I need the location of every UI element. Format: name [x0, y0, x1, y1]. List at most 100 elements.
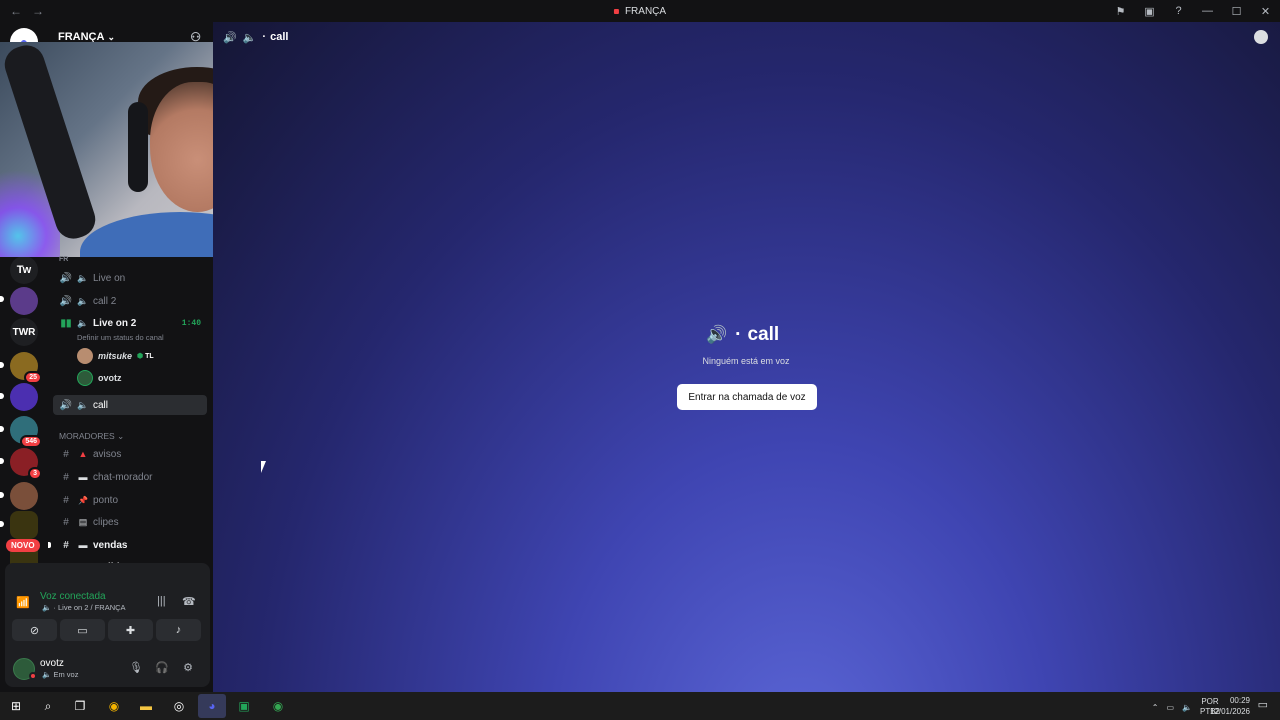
server-icon-7[interactable]: 3 [10, 448, 42, 480]
text-channel-chat-morador[interactable]: # ▬ chat-morador [53, 467, 207, 487]
noise-suppression-icon[interactable]: ||| [157, 595, 166, 607]
soundboard-button[interactable]: ♪ [156, 619, 201, 641]
volume-icon[interactable]: 🔈 [1182, 703, 1192, 712]
window-title-text: FRANÇA [624, 5, 667, 17]
forward-arrow-icon[interactable]: → [32, 4, 44, 18]
user-status: 🔈 Em voz [42, 670, 79, 679]
camera-toggle-button[interactable]: ⊘ [12, 619, 57, 641]
soundboard-icon: ♪ [175, 624, 182, 636]
channel-status-text[interactable]: Definir um status do canal [77, 333, 164, 342]
alert-icon: ▲ [78, 449, 88, 459]
new-badge: NOVO [6, 539, 40, 552]
close-button[interactable]: ✕ [1251, 5, 1280, 18]
role-tag: ⬢ TL [137, 353, 154, 360]
server-icon-2[interactable] [10, 287, 38, 315]
channel-name: call 2 [93, 295, 117, 307]
task-view-icon[interactable]: ❐ [72, 698, 88, 714]
maximize-button[interactable]: ☐ [1222, 5, 1251, 18]
channel-header: 🔊 🔈 · call [223, 31, 289, 44]
unread-badge: 3 [28, 467, 42, 480]
voice-user-name: ovotz [98, 373, 122, 383]
microphone-icon[interactable]: 🎙 [128, 661, 144, 677]
notification-icon[interactable]: ▭ [1258, 698, 1268, 711]
voice-user-mitsuke[interactable]: mitsuke ⬢ TL [77, 347, 154, 365]
category-moradores[interactable]: MORADORES ⌄ [59, 431, 124, 442]
activities-button[interactable]: ✚ [108, 619, 153, 641]
speaker-small-icon: 🔈 [77, 317, 89, 328]
text-channel-ponto[interactable]: # 📌 ponto [53, 490, 207, 510]
inbox-icon[interactable]: ⚑ [1106, 5, 1135, 18]
app-icon[interactable]: ◎ [171, 698, 187, 714]
window-title: FRANÇA [613, 5, 667, 17]
voice-channel-live-on-2[interactable]: ▮▮ 🔈 Live on 2 1:40 [53, 313, 207, 333]
channel-name: avisos [93, 448, 122, 460]
screen-share-button[interactable]: ▭ [60, 619, 105, 641]
status-dnd-icon [29, 672, 37, 680]
file-explorer-icon[interactable]: ▬ [138, 698, 154, 714]
chrome-icon-2[interactable]: ◉ [270, 698, 286, 714]
unread-badge: 546 [20, 435, 42, 448]
chevron-up-icon[interactable]: ⌃ [1152, 703, 1159, 712]
server-icon-twr[interactable]: TWR [10, 318, 38, 346]
camera-off-icon: ⊘ [29, 624, 40, 637]
screen-share-icon[interactable]: ▣ [1135, 5, 1164, 18]
join-voice-button[interactable]: Entrar na chamada de voz [677, 384, 817, 410]
terminal-icon[interactable]: ▣ [236, 698, 252, 714]
category-fr[interactable]: FR [59, 256, 68, 263]
voice-channel-call-2[interactable]: 🔊 🔈 call 2 [53, 291, 207, 311]
pin-icon: 📌 [78, 495, 88, 505]
chat-bubble-icon[interactable] [1254, 30, 1268, 44]
avatar [77, 348, 93, 364]
server-icon-4[interactable]: 25 [10, 352, 42, 384]
network-icon[interactable]: ▭ [1166, 703, 1174, 712]
minimize-button[interactable]: — [1193, 5, 1222, 17]
activities-icon: ✚ [125, 624, 136, 637]
server-icon-5[interactable] [10, 383, 38, 411]
voice-timer: 1:40 [181, 318, 201, 328]
speaker-icon: 🔊 [59, 399, 73, 411]
screen-share-icon: ▭ [77, 624, 88, 637]
server-icon-tw[interactable]: Tw [10, 256, 38, 284]
voice-channel-call[interactable]: 🔊 🔈 call [53, 395, 207, 415]
search-icon[interactable]: ⌕ [40, 698, 56, 714]
chat-icon: ▬ [78, 472, 88, 482]
voice-channel-live-on[interactable]: 🔊 🔈 Live on [53, 268, 207, 288]
speaker-icon: 🔊 [59, 295, 73, 307]
chat-icon: ▬ [78, 540, 88, 550]
help-icon[interactable]: ? [1164, 5, 1193, 17]
speaker-small-icon: 🔈 [77, 272, 89, 283]
back-arrow-icon[interactable]: ← [10, 4, 22, 18]
server-icon-6[interactable]: 546 [10, 416, 42, 448]
speaker-icon: 🔊 [223, 31, 237, 44]
voice-active-icon: ▮▮ [60, 317, 72, 329]
disconnect-icon[interactable]: ☎ [182, 595, 196, 608]
server-icon-deathmax[interactable] [10, 511, 38, 539]
clock[interactable]: 00:29 12/01/2026 [1210, 695, 1250, 717]
chrome-icon[interactable]: ◉ [106, 698, 122, 714]
server-icon-8[interactable] [10, 482, 38, 510]
channel-name: clipes [93, 516, 119, 528]
settings-gear-icon[interactable]: ⚙ [180, 661, 196, 677]
voice-user-ovotz[interactable]: ovotz [77, 369, 122, 387]
headphones-icon[interactable]: 🎧 [154, 661, 170, 677]
signal-icon[interactable]: 📶 [16, 596, 30, 609]
speaker-small-icon: 🔈 [77, 295, 89, 306]
text-channel-vendas[interactable]: # ▬ vendas [53, 535, 207, 555]
hash-icon: # [63, 539, 69, 551]
text-channel-clipes[interactable]: # ▤ clipes [53, 512, 207, 532]
text-channel-avisos[interactable]: # ▲ avisos [53, 444, 207, 464]
channel-header-name: call [270, 31, 289, 43]
channel-name: call [93, 399, 109, 411]
mouse-cursor [261, 461, 266, 473]
call-title: 🔊 · call [706, 324, 780, 345]
hash-icon: # [63, 448, 69, 460]
chevron-down-icon: ⌄ [107, 31, 115, 42]
windows-start-icon[interactable]: ⊞ [8, 698, 24, 714]
server-dot-icon [613, 8, 619, 14]
avatar [77, 370, 93, 386]
channel-name: Live on 2 [93, 317, 137, 329]
discord-taskbar-icon[interactable]: ◕ [198, 694, 226, 718]
user-name[interactable]: ovotz [40, 658, 64, 669]
voice-connected-status[interactable]: Voz conectada [40, 591, 106, 602]
voice-location[interactable]: 🔈 · Live on 2 / FRANÇA [42, 603, 126, 612]
